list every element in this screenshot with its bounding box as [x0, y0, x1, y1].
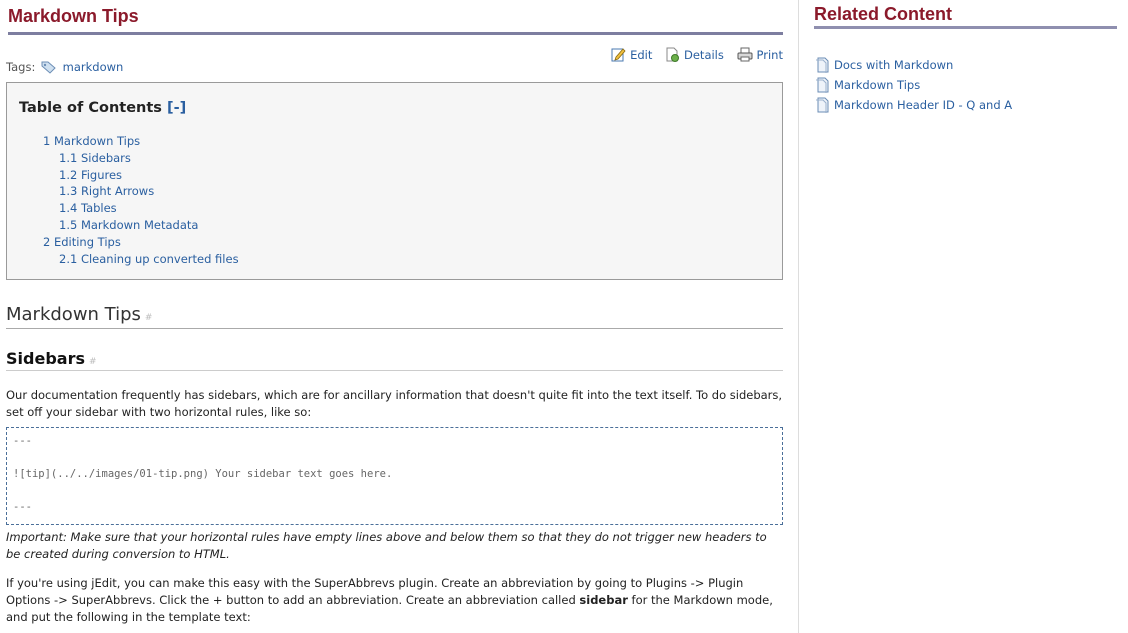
section-heading-text: Markdown Tips	[6, 304, 141, 325]
toc-link[interactable]: 1 Markdown Tips	[43, 134, 140, 148]
paragraph-sidebars: Our documentation frequently has sidebar…	[6, 388, 783, 419]
details-icon	[666, 47, 679, 62]
tags: Tags: markdown	[6, 60, 123, 77]
toc-link[interactable]: 1.5 Markdown Metadata	[59, 218, 198, 232]
related-rule	[814, 26, 1117, 29]
paragraph-jedit: If you're using jEdit, you can make this…	[6, 575, 783, 626]
toc-link[interactable]: 2 Editing Tips	[43, 235, 121, 249]
toc-toggle[interactable]: [-]	[167, 100, 186, 116]
toc-item: 1.4 Tables	[43, 200, 239, 217]
important-note: Important: Make sure that your horizonta…	[6, 530, 767, 561]
details-label: Details	[684, 47, 724, 62]
document-icon	[816, 57, 829, 73]
related-link[interactable]: Markdown Header ID - Q and A	[834, 98, 1012, 112]
table-of-contents: Table of Contents [-] 1 Markdown Tips 1.…	[6, 82, 783, 280]
code-line: ![tip](../../images/01-tip.png) Your sid…	[13, 468, 393, 480]
toc-item: 1.2 Figures	[43, 167, 239, 184]
toc-link[interactable]: 1.4 Tables	[59, 201, 117, 215]
subsection-heading-text: Sidebars	[6, 349, 85, 368]
print-label: Print	[756, 47, 783, 62]
section-heading: Markdown Tips #	[6, 304, 783, 329]
tags-row: Tags: markdown Edit Details Print	[6, 35, 783, 75]
tags-label: Tags:	[6, 60, 36, 74]
code-block: --- ![tip](../../images/01-tip.png) Your…	[6, 427, 783, 525]
edit-icon	[611, 48, 626, 62]
related-list: Docs with Markdown Markdown Tips Markdow…	[815, 55, 1012, 115]
edit-button[interactable]: Edit	[611, 47, 652, 62]
toc-title-text: Table of Contents	[19, 100, 162, 116]
code-line: ---	[13, 501, 32, 513]
toc-item: 2.1 Cleaning up converted files	[43, 251, 239, 268]
document-icon	[816, 97, 829, 113]
toc-title: Table of Contents [-]	[19, 100, 186, 116]
toc-link[interactable]: 1.2 Figures	[59, 168, 122, 182]
page-actions: Edit Details Print	[602, 47, 783, 65]
toc-link[interactable]: 1.3 Right Arrows	[59, 184, 154, 198]
paragraph-bold: sidebar	[579, 593, 628, 607]
toc-item: 1.3 Right Arrows	[43, 183, 239, 200]
toc-item: 1.5 Markdown Metadata	[43, 217, 239, 234]
toc-list: 1 Markdown Tips 1.1 Sidebars 1.2 Figures…	[43, 133, 239, 267]
toc-link[interactable]: 1.1 Sidebars	[59, 151, 131, 165]
tag-link-markdown[interactable]: markdown	[63, 60, 124, 74]
printer-icon	[737, 47, 753, 62]
related-item: Docs with Markdown	[815, 55, 1012, 75]
toc-link[interactable]: 2.1 Cleaning up converted files	[59, 252, 239, 266]
main-content: Markdown Tips Tags: markdown Edit Detail…	[6, 0, 783, 624]
subsection-heading: Sidebars #	[6, 349, 783, 371]
details-button[interactable]: Details	[665, 47, 724, 62]
related-item: Markdown Header ID - Q and A	[815, 95, 1012, 115]
related-link[interactable]: Docs with Markdown	[834, 58, 953, 72]
related-title: Related Content	[814, 4, 953, 24]
toc-item: 2 Editing Tips	[43, 234, 239, 251]
toc-item: 1 Markdown Tips	[43, 133, 239, 150]
edit-label: Edit	[630, 47, 653, 62]
tag-icon	[41, 61, 56, 77]
document-icon	[816, 77, 829, 93]
related-item: Markdown Tips	[815, 75, 1012, 95]
related-link[interactable]: Markdown Tips	[834, 78, 920, 92]
heading-anchor[interactable]: #	[145, 313, 153, 323]
code-line: ---	[13, 435, 32, 447]
page-title: Markdown Tips	[8, 6, 139, 26]
heading-anchor[interactable]: #	[89, 357, 97, 367]
sidebar: Related Content Docs with Markdown Markd…	[798, 0, 1128, 633]
toc-item: 1.1 Sidebars	[43, 150, 239, 167]
print-button[interactable]: Print	[737, 47, 783, 62]
